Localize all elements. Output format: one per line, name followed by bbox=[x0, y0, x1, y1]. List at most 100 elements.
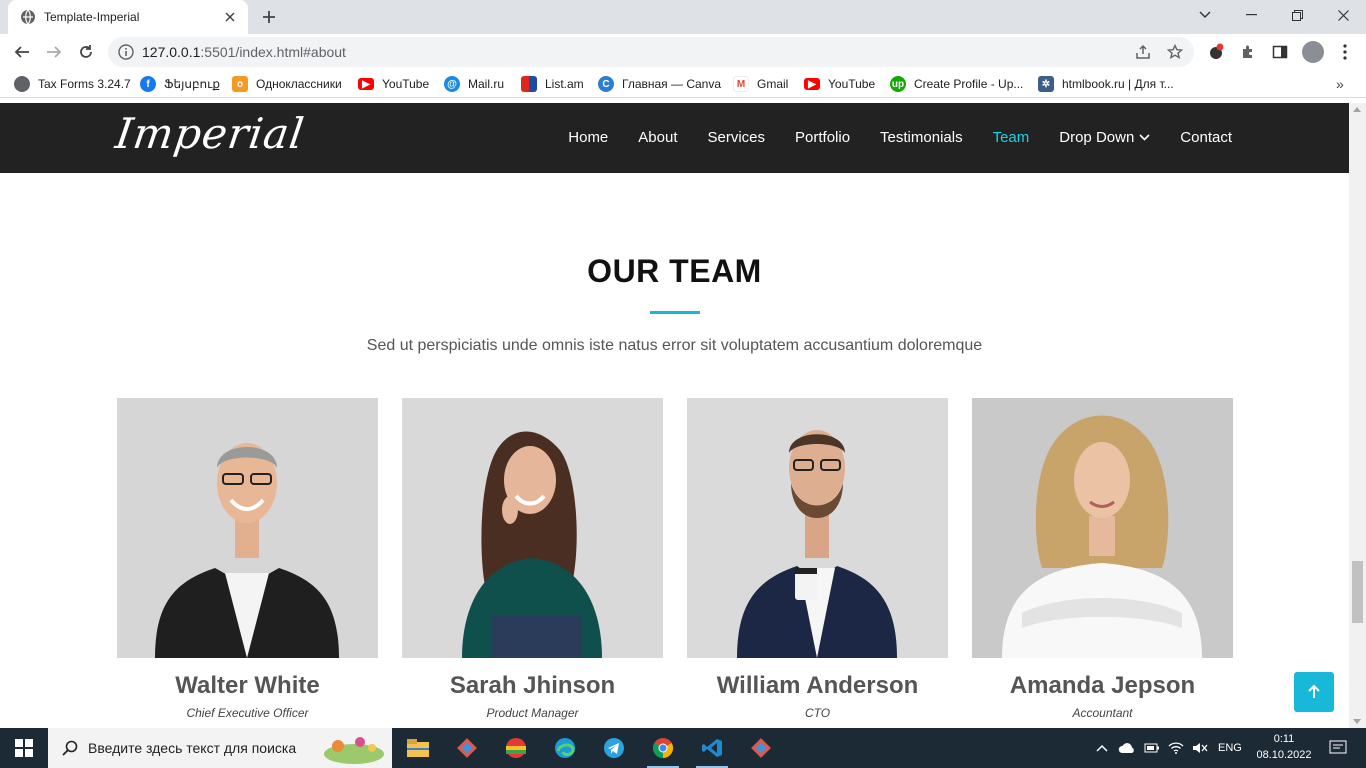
nav-team[interactable]: Team bbox=[993, 129, 1030, 146]
wifi-icon[interactable] bbox=[1168, 742, 1184, 754]
bookmark-label: YouTube bbox=[382, 77, 430, 91]
restore-icon[interactable] bbox=[1274, 0, 1320, 30]
windows-logo-icon bbox=[15, 739, 33, 757]
chrome-icon[interactable] bbox=[643, 732, 683, 768]
clock-time: 0:11 bbox=[1273, 733, 1295, 745]
address-bar[interactable]: 127.0.0.1:5501/index.html#about bbox=[108, 37, 1194, 67]
arrow-up-icon bbox=[1308, 684, 1320, 698]
member-photo bbox=[972, 398, 1233, 658]
close-window-icon[interactable] bbox=[1320, 0, 1366, 30]
vscode-icon[interactable] bbox=[692, 732, 732, 768]
ok-icon: о bbox=[232, 76, 248, 92]
system-tray: ENG bbox=[1096, 728, 1242, 768]
url-host: 127.0.0.1 bbox=[142, 44, 201, 60]
bookmark-label: Create Profile - Up... bbox=[914, 77, 1024, 91]
member-name: Sarah Jhinson bbox=[449, 672, 616, 699]
bookmark-item[interactable]: @ Mail.ru bbox=[444, 75, 504, 93]
nav-testimonials[interactable]: Testimonials bbox=[880, 129, 963, 146]
reload-button[interactable] bbox=[72, 38, 100, 66]
title-divider bbox=[650, 311, 700, 314]
share-icon[interactable] bbox=[1134, 43, 1152, 61]
browser-tab[interactable]: Template-Imperial bbox=[8, 0, 248, 34]
telegram-icon[interactable] bbox=[594, 732, 634, 764]
bookmark-star-icon[interactable] bbox=[1166, 43, 1184, 61]
back-button[interactable] bbox=[8, 38, 36, 66]
browser-toolbar: 127.0.0.1:5501/index.html#about bbox=[0, 34, 1366, 70]
more-bookmarks-icon[interactable]: » bbox=[1336, 75, 1344, 93]
bookmark-item[interactable]: C Главная — Canva bbox=[598, 75, 721, 93]
globe-icon bbox=[14, 76, 30, 92]
bookmark-item[interactable]: Tax Forms 3.24.7 bbox=[14, 75, 131, 93]
team-member-card: Sarah Jhinson Product Manager bbox=[402, 398, 663, 720]
bookmark-item[interactable]: ▶ YouTube bbox=[804, 75, 875, 93]
edge-browser-icon[interactable] bbox=[545, 732, 585, 764]
bookmark-label: List.am bbox=[545, 77, 584, 91]
volume-muted-icon[interactable] bbox=[1192, 742, 1208, 754]
notifications-icon[interactable] bbox=[1318, 732, 1358, 764]
extension-icon[interactable] bbox=[1205, 41, 1227, 63]
bookmark-label: Mail.ru bbox=[468, 77, 505, 91]
git-app-icon[interactable] bbox=[447, 732, 487, 764]
forward-button[interactable] bbox=[40, 38, 68, 66]
bookmark-item[interactable]: ▶ YouTube bbox=[358, 75, 429, 93]
tab-search-icon[interactable] bbox=[1182, 0, 1228, 30]
team-member-card: William Anderson CTO bbox=[687, 398, 948, 720]
bookmark-item[interactable]: ✲ htmlbook.ru | Для т... bbox=[1038, 75, 1174, 93]
scrollbar-thumb[interactable] bbox=[1352, 561, 1363, 623]
taskbar-search[interactable]: Введите здесь текст для поиска bbox=[48, 728, 392, 768]
member-role: CTO bbox=[804, 706, 831, 720]
member-role: Accountant bbox=[1072, 706, 1133, 720]
globe-icon bbox=[21, 9, 35, 25]
site-logo[interactable]: Imperial bbox=[113, 109, 308, 158]
section-subtitle: Sed ut perspiciatis unde omnis iste natu… bbox=[366, 337, 983, 354]
windows-start-button[interactable] bbox=[0, 728, 48, 768]
bookmarks-bar: Tax Forms 3.24.7 f Ֆեյսբուք о Одноклассник… bbox=[0, 70, 1366, 98]
back-to-top-button[interactable] bbox=[1294, 672, 1334, 712]
scroll-down-icon[interactable] bbox=[1353, 719, 1361, 724]
bookmark-item[interactable]: List.am bbox=[521, 75, 584, 93]
member-photo bbox=[402, 398, 663, 658]
bookmark-item[interactable]: up Create Profile - Up... bbox=[890, 75, 1023, 93]
info-icon[interactable] bbox=[118, 44, 134, 60]
nav-portfolio[interactable]: Portfolio bbox=[795, 129, 850, 146]
side-panel-icon[interactable] bbox=[1269, 41, 1291, 63]
section-title: OUR TEAM bbox=[587, 253, 762, 289]
bookmark-label: Ֆեյսբուք bbox=[164, 77, 221, 91]
nav-home[interactable]: Home bbox=[568, 129, 608, 146]
team-member-card: Walter White Chief Executive Officer bbox=[117, 398, 378, 720]
scroll-up-icon[interactable] bbox=[1353, 107, 1361, 112]
battery-icon[interactable] bbox=[1144, 742, 1160, 754]
chevron-up-icon[interactable] bbox=[1096, 744, 1108, 752]
youtube-icon: ▶ bbox=[804, 78, 820, 90]
cloud-icon[interactable] bbox=[1118, 742, 1136, 754]
taskbar-clock[interactable]: 0:11 08.10.2022 bbox=[1254, 731, 1314, 763]
file-explorer-icon[interactable] bbox=[398, 732, 438, 764]
extensions-puzzle-icon[interactable] bbox=[1237, 41, 1259, 63]
page-scrollbar[interactable] bbox=[1349, 103, 1366, 728]
member-role: Product Manager bbox=[486, 706, 579, 720]
close-tab-icon[interactable] bbox=[222, 9, 238, 25]
member-name: Amanda Jepson bbox=[1009, 672, 1196, 699]
nav-services[interactable]: Services bbox=[707, 129, 765, 146]
nav-dropdown[interactable]: Drop Down bbox=[1059, 129, 1150, 146]
site-header: Imperial Home About Services Portfolio T… bbox=[0, 103, 1349, 173]
profile-avatar[interactable] bbox=[1302, 41, 1324, 63]
colorful-app-icon[interactable] bbox=[496, 732, 536, 764]
nav-about[interactable]: About bbox=[638, 129, 677, 146]
new-tab-button[interactable] bbox=[258, 6, 280, 28]
language-indicator[interactable]: ENG bbox=[1218, 742, 1242, 754]
team-member-card: Amanda Jepson Accountant bbox=[972, 398, 1233, 720]
minimize-icon[interactable] bbox=[1228, 0, 1274, 30]
member-role: Chief Executive Officer bbox=[186, 706, 309, 720]
canva-icon: C bbox=[598, 76, 614, 92]
nav-contact[interactable]: Contact bbox=[1180, 129, 1232, 146]
bookmark-item[interactable]: f Ֆեյսբուք bbox=[140, 75, 220, 93]
menu-kebab-icon[interactable] bbox=[1334, 41, 1356, 63]
bookmark-item[interactable]: о Одноклассники bbox=[232, 75, 342, 93]
mailru-icon: @ bbox=[444, 76, 460, 92]
bookmark-label: Одноклассники bbox=[256, 77, 342, 91]
bookmark-label: Gmail bbox=[757, 77, 789, 91]
git-app-icon[interactable] bbox=[741, 732, 781, 764]
member-name: William Anderson bbox=[716, 672, 919, 699]
bookmark-item[interactable]: M Gmail bbox=[733, 75, 788, 93]
